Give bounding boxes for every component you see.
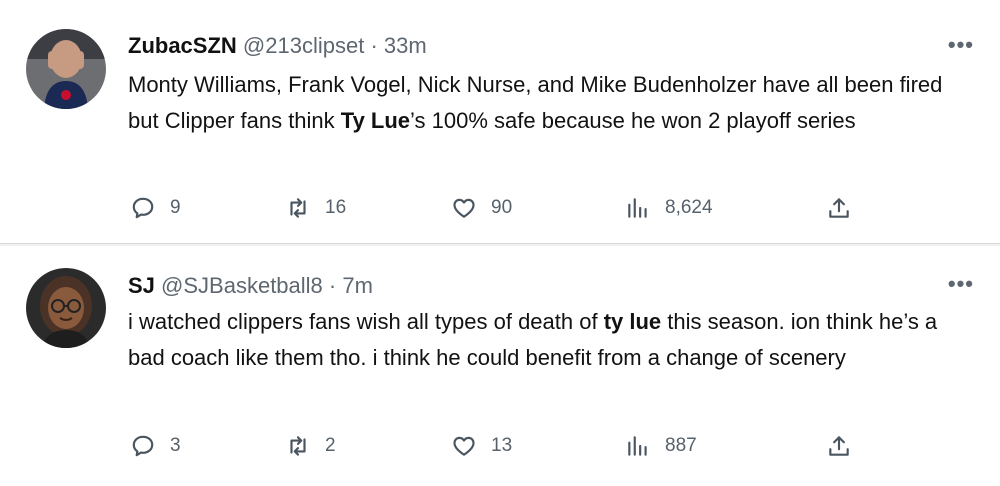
heart-icon [453, 198, 475, 218]
like-count: 13 [491, 435, 513, 456]
tweet-actions: 3 2 13 887 [0, 431, 1000, 461]
tweet-header: ZubacSZN @213clipset · 33m [128, 33, 427, 59]
tweet[interactable]: ZubacSZN @213clipset · 33m ••• Monty Wil… [0, 0, 1000, 244]
views-button[interactable]: 887 [625, 431, 697, 461]
user-handle[interactable]: @213clipset [243, 33, 364, 58]
views-button[interactable]: 8,624 [625, 193, 713, 223]
tweet-text-highlight: ty lue [603, 309, 662, 334]
retweet-button[interactable]: 2 [285, 431, 336, 461]
timestamp[interactable]: 7m [342, 273, 373, 298]
share-icon [829, 436, 849, 456]
separator: · [370, 33, 378, 58]
view-count: 8,624 [665, 197, 713, 218]
tweet-actions: 9 16 90 8,624 [0, 193, 1000, 223]
reply-icon [132, 197, 154, 219]
analytics-icon [628, 198, 647, 218]
analytics-icon [628, 436, 647, 456]
avatar[interactable] [26, 268, 106, 348]
reply-count: 3 [170, 435, 181, 456]
separator: · [328, 273, 337, 298]
share-button[interactable] [826, 193, 866, 223]
retweet-icon [290, 436, 306, 456]
tweet-text-part: ’s 100% safe because he won 2 playoff se… [410, 108, 856, 133]
tweet-text-highlight: Ty Lue [340, 108, 411, 133]
tweet[interactable]: SJ @SJBasketball8 · 7m ••• i watched cli… [0, 246, 1000, 486]
tweet-text: i watched clippers fans wish all types o… [128, 304, 978, 376]
share-button[interactable] [826, 431, 866, 461]
tweet-header: SJ @SJBasketball8 · 7m [128, 273, 373, 299]
retweet-count: 16 [325, 197, 347, 218]
display-name[interactable]: ZubacSZN [128, 33, 237, 58]
reply-button[interactable]: 3 [130, 431, 181, 461]
retweet-count: 2 [325, 435, 336, 456]
display-name[interactable]: SJ [128, 273, 155, 298]
view-count: 887 [665, 435, 697, 456]
reply-icon [132, 435, 154, 457]
reply-count: 9 [170, 197, 181, 218]
tweet-text-part: i watched clippers fans wish all types o… [128, 309, 604, 334]
tweet-text: Monty Williams, Frank Vogel, Nick Nurse,… [128, 67, 978, 139]
like-button[interactable]: 13 [451, 431, 512, 461]
like-count: 90 [491, 197, 513, 218]
like-button[interactable]: 90 [451, 193, 512, 223]
more-options-icon[interactable]: ••• [948, 273, 974, 295]
more-options-icon[interactable]: ••• [948, 34, 974, 56]
user-handle[interactable]: @SJBasketball8 [161, 273, 323, 298]
timestamp[interactable]: 33m [384, 33, 427, 58]
avatar[interactable] [26, 29, 106, 109]
heart-icon [453, 436, 475, 456]
reply-button[interactable]: 9 [130, 193, 181, 223]
retweet-button[interactable]: 16 [285, 193, 346, 223]
retweet-icon [290, 198, 306, 218]
share-icon [829, 198, 849, 218]
